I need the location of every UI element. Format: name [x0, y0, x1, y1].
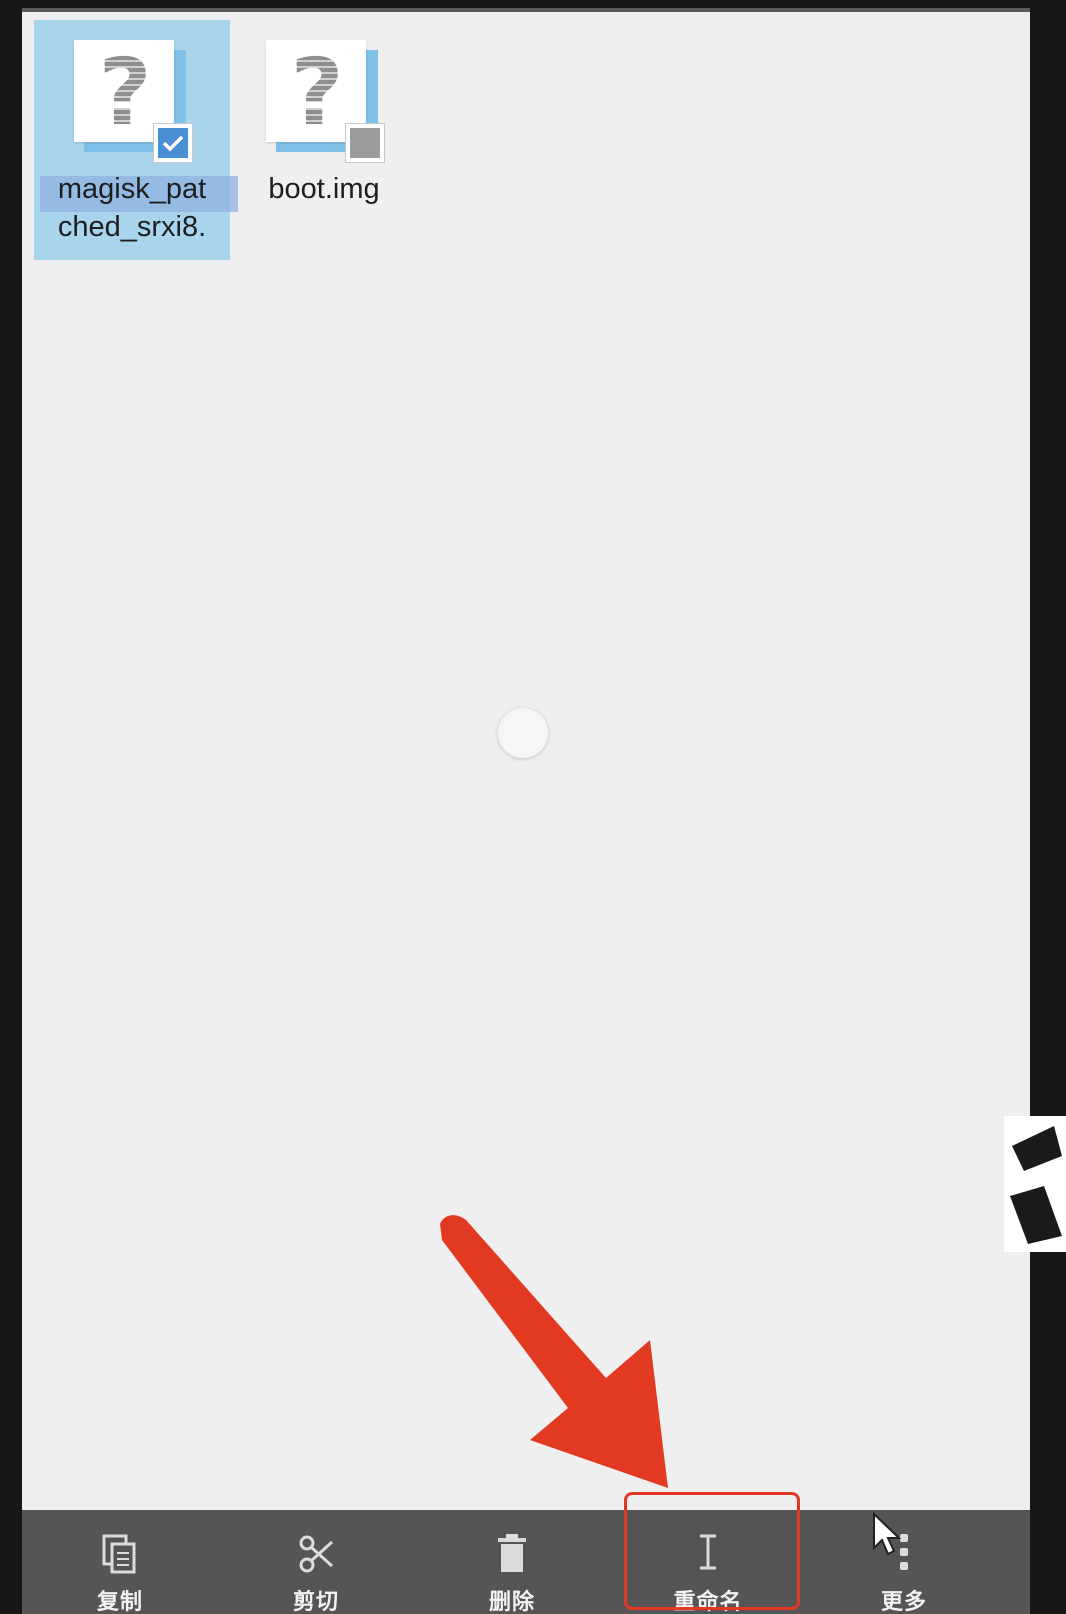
mouse-pointer-icon — [873, 1512, 902, 1556]
checkbox-unchecked[interactable] — [346, 124, 384, 162]
file-item-boot-img[interactable]: ? boot.img — [226, 20, 422, 260]
copy-button[interactable]: 复制 — [30, 1510, 210, 1614]
edge-graphic-fragment — [1004, 1116, 1066, 1252]
more-button[interactable]: 更多 — [814, 1510, 994, 1614]
trash-icon — [498, 1534, 526, 1572]
copy-label: 复制 — [96, 1590, 143, 1614]
svg-text:?: ? — [290, 44, 343, 140]
svg-text:?: ? — [98, 44, 151, 140]
checkbox-checked[interactable] — [154, 124, 192, 162]
file-item-magisk-patched[interactable]: ? magisk_pat ched_srxi8. — [34, 20, 238, 260]
annotation-highlight-box — [624, 1492, 800, 1610]
copy-icon — [102, 1534, 136, 1574]
scissors-icon — [299, 1535, 334, 1573]
more-label: 更多 — [880, 1590, 927, 1614]
delete-label: 删除 — [488, 1590, 535, 1614]
cut-button[interactable]: 剪切 — [226, 1510, 406, 1614]
top-bar — [22, 8, 1030, 12]
loading-spinner — [498, 708, 548, 758]
file-browser-screen: ? magisk_pat ched_srxi8. ? boot.img 复制 剪… — [22, 8, 1030, 1614]
delete-button[interactable]: 删除 — [422, 1510, 602, 1614]
checkmark-icon — [162, 135, 184, 152]
file-name: magisk_pat ched_srxi8. — [57, 173, 207, 243]
cut-label: 剪切 — [292, 1590, 339, 1614]
file-name: boot.img — [268, 173, 380, 205]
